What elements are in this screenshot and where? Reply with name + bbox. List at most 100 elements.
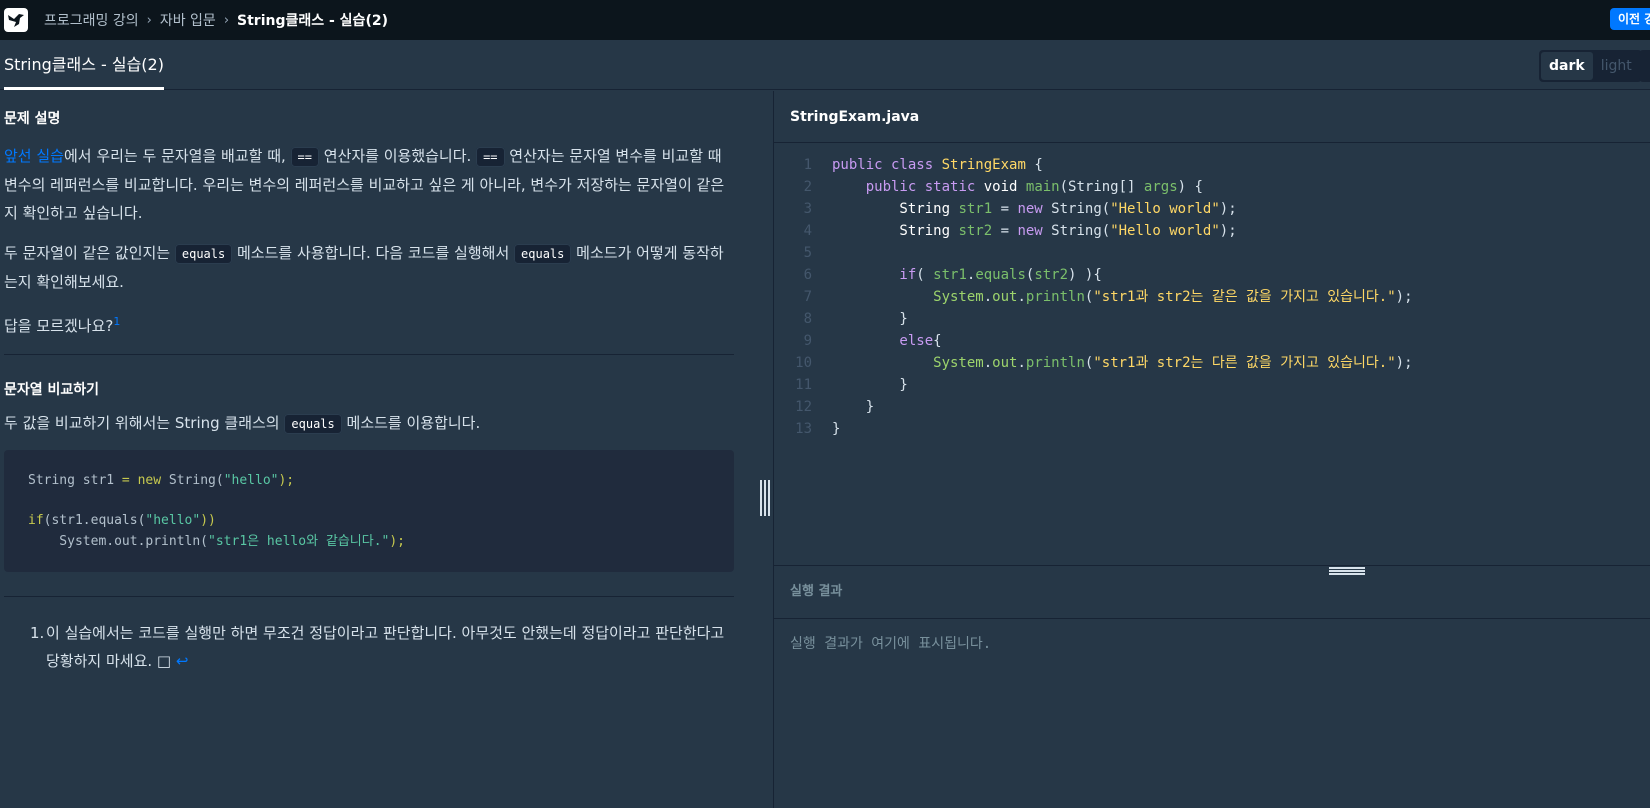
footnotes: 1. 이 실습에서는 코드를 실행만 하면 무조건 정답이라고 판단합니다. 아… bbox=[4, 619, 734, 675]
code-token: println bbox=[1025, 289, 1085, 305]
line-number: 13 bbox=[795, 421, 812, 437]
code-sample: String str1 = new String("hello"); if(st… bbox=[4, 450, 734, 572]
code-token: { bbox=[1025, 157, 1043, 173]
tab-lesson[interactable]: String클래스 - 실습(2) bbox=[4, 40, 164, 90]
result-title: 실행 결과 bbox=[774, 565, 1650, 619]
code-token: String bbox=[832, 201, 959, 217]
inline-code: == bbox=[476, 147, 505, 167]
code-token: println bbox=[1025, 355, 1085, 371]
code-token: else bbox=[832, 333, 934, 349]
line-number: 5 bbox=[803, 245, 812, 261]
line-number: 3 bbox=[803, 201, 812, 217]
editor-line: 11 } bbox=[774, 374, 1650, 396]
line-number: 9 bbox=[803, 333, 812, 349]
code-token: ); bbox=[1219, 201, 1237, 217]
code-token: } bbox=[832, 421, 841, 437]
inline-code: equals bbox=[284, 414, 342, 434]
line-number: 8 bbox=[803, 311, 812, 327]
editor-line: 5 bbox=[774, 242, 1650, 264]
code-token: class bbox=[882, 157, 942, 173]
bird-logo-icon bbox=[8, 14, 24, 27]
text: 에서 우리는 두 문자열을 배교할 때, bbox=[63, 147, 291, 165]
paragraph-1: 앞선 실습에서 우리는 두 문자열을 배교할 때, == 연산자를 이용했습니다… bbox=[4, 142, 734, 227]
line-number: 12 bbox=[795, 399, 812, 415]
code-token: "str1과 str2는 같은 값을 가지고 있습니다." bbox=[1093, 289, 1396, 305]
breadcrumb-item-lectures[interactable]: 프로그래밍 강의 bbox=[44, 10, 139, 30]
code-token: ( bbox=[916, 267, 934, 283]
editor-line: 6 if( str1.equals(str2) ){ bbox=[774, 264, 1650, 286]
editor-line: 9 else{ bbox=[774, 330, 1650, 352]
footnote-item: 1. 이 실습에서는 코드를 실행만 하면 무조건 정답이라고 판단합니다. 아… bbox=[30, 619, 734, 675]
breadcrumb-item-java-intro[interactable]: 자바 입문 bbox=[160, 10, 216, 30]
code-token: . bbox=[1017, 289, 1026, 305]
code-token: = bbox=[992, 223, 1018, 239]
inline-code: equals bbox=[514, 244, 572, 264]
code-line: if(str1.equals("hello")) bbox=[28, 510, 710, 531]
code-token: equals bbox=[975, 267, 1026, 283]
theme-dark-button[interactable]: dark bbox=[1541, 52, 1593, 80]
code-line: String str1 = new String("hello"); bbox=[28, 470, 710, 491]
chevron-right-icon: › bbox=[223, 12, 230, 28]
line-number: 1 bbox=[803, 157, 812, 173]
text: 연산자를 이용했습니다. bbox=[319, 147, 477, 165]
prev-lesson-button[interactable]: 이전 강 bbox=[1610, 8, 1650, 30]
code-token: { bbox=[933, 333, 942, 349]
text: 답을 모르겠나요? bbox=[4, 317, 114, 335]
result-output: 실행 결과가 여기에 표시됩니다. bbox=[790, 636, 992, 652]
code-token: (String[] bbox=[1059, 179, 1144, 195]
footnote-back-icon[interactable]: ↩ bbox=[176, 652, 189, 670]
chevron-right-icon: › bbox=[146, 12, 152, 28]
code-token: ); bbox=[278, 473, 295, 488]
code-token: "Hello world" bbox=[1110, 223, 1220, 239]
theme-light-button[interactable]: light bbox=[1593, 52, 1640, 80]
settings-button[interactable] bbox=[1639, 50, 1650, 82]
line-number: 6 bbox=[803, 267, 812, 283]
code-token: public bbox=[832, 157, 883, 173]
code-token: StringExam bbox=[941, 157, 1026, 173]
code-token: new bbox=[1017, 223, 1043, 239]
vertical-resize-handle[interactable] bbox=[760, 480, 770, 516]
logo[interactable] bbox=[4, 8, 28, 32]
code-token: String bbox=[832, 223, 959, 239]
editor-line: 13} bbox=[774, 418, 1650, 440]
code-token: "hello" bbox=[223, 473, 279, 488]
code-token: str2 bbox=[958, 223, 993, 239]
file-name: StringExam.java bbox=[774, 91, 1650, 143]
code-token: str1 bbox=[933, 267, 967, 283]
top-navigation: 프로그래밍 강의 › 자바 입문 › String클래스 - 실습(2) 이전 … bbox=[0, 0, 1650, 40]
footnote-ref[interactable]: 1 bbox=[113, 315, 120, 328]
text: 이 실습에서는 코드를 실행만 하면 무조건 정답이라고 판단합니다. 아무것도… bbox=[46, 624, 725, 670]
code-token: new bbox=[1017, 201, 1043, 217]
code-token: "hello" bbox=[145, 513, 201, 528]
code-token: ); bbox=[1395, 355, 1413, 371]
code-token: void bbox=[975, 179, 1026, 195]
previous-practice-link[interactable]: 앞선 실습 bbox=[4, 147, 64, 165]
code-token: } bbox=[832, 399, 875, 415]
editor-line: 12 } bbox=[774, 396, 1650, 418]
code-token: out bbox=[992, 355, 1018, 371]
code-token: ); bbox=[1219, 223, 1237, 239]
inline-code: equals bbox=[174, 244, 233, 264]
code-token: (str1.equals( bbox=[43, 513, 146, 528]
paragraph-2: 두 문자열이 같은 값인지는 equals 메소드를 사용합니다. 다음 코드를… bbox=[4, 239, 734, 296]
code-token: "str1은 hello와 같습니다." bbox=[208, 534, 390, 549]
code-token: = new bbox=[121, 473, 162, 488]
code-token: main bbox=[1025, 179, 1060, 195]
problem-description: 문제 설명 앞선 실습에서 우리는 두 문자열을 배교할 때, == 연산자를 … bbox=[0, 91, 772, 808]
code-token: ); bbox=[389, 534, 406, 549]
code-token: if bbox=[28, 513, 44, 528]
editor-line: 1 public class StringExam { bbox=[774, 154, 1650, 176]
code-token: if bbox=[832, 267, 917, 283]
code-token: = bbox=[992, 201, 1018, 217]
line-number: 7 bbox=[803, 289, 812, 305]
code-token: String( bbox=[1042, 223, 1111, 239]
divider bbox=[4, 596, 734, 597]
footnote-number: 1. bbox=[30, 624, 45, 642]
code-line: System.out.println("str1은 hello와 같습니다.")… bbox=[28, 531, 710, 552]
paragraph-3: 답을 모르겠나요?1 bbox=[4, 308, 734, 340]
code-token: . bbox=[983, 355, 993, 371]
code-editor[interactable]: 1 public class StringExam { 2 public stat… bbox=[774, 144, 1650, 564]
code-token: "Hello world" bbox=[1110, 201, 1220, 217]
code-token: System bbox=[832, 289, 984, 305]
